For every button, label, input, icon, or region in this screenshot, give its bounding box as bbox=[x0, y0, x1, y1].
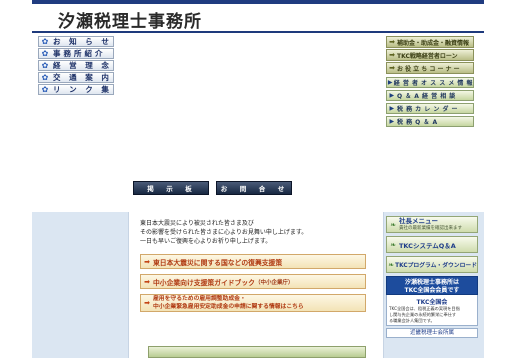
tkc-member-banner[interactable]: 汐瀬税理士事務所は TKC全国会会員です bbox=[386, 276, 478, 295]
triangle-right-icon: ▶ bbox=[389, 92, 395, 99]
flower-icon: ✿ bbox=[41, 73, 49, 82]
arrow-right-icon: ➡ bbox=[144, 257, 150, 266]
nav-item-label: 交 通 案 内 bbox=[53, 73, 112, 82]
message-line: その影響を受けられた皆さまに心よりお見舞い申し上げます。 bbox=[140, 229, 308, 236]
triangle-right-icon: ▶ bbox=[389, 105, 395, 112]
tkc-column: ❧ 社長メニュー 貴社の最新業績を確認出来ます ❧ TKCシステムQ＆A ❧ T… bbox=[386, 216, 478, 338]
page-margin-left bbox=[0, 0, 32, 358]
nav-item-label: お 知 ら せ bbox=[53, 37, 112, 46]
nav-item-office[interactable]: ✿ 事務所紹介 bbox=[38, 48, 114, 59]
button-label: TKCプログラム・ダウンロード bbox=[395, 263, 477, 269]
nav-item-label: Q ＆ A 経 営 相 談 bbox=[397, 93, 456, 100]
right-nav: ➡ 補助金・助成金・融資情報 ➡ TKC戦略経営者ローン ➡ お 役 立 ち コ… bbox=[386, 36, 474, 129]
nav-item-tax-qa[interactable]: ▶ 税 務 Q ＆ A bbox=[386, 116, 474, 127]
arrow-right-icon: ➡ bbox=[144, 299, 150, 307]
bottom-banner[interactable] bbox=[148, 346, 366, 358]
nav-item-news[interactable]: ✿ お 知 ら せ bbox=[38, 36, 114, 47]
nav-item-label: リ ン ク 集 bbox=[53, 85, 112, 94]
nav-item-tax-calendar[interactable]: ▶ 税 務 カ レ ン ダ ー bbox=[386, 103, 474, 114]
nav-item-subsidy[interactable]: ➡ 補助金・助成金・融資情報 bbox=[386, 36, 474, 48]
leaf-icon: ❧ bbox=[388, 260, 395, 269]
nav-item-philosophy[interactable]: ✿ 経 営 理 念 bbox=[38, 60, 114, 71]
banner-text: 雇用を守るための雇用調整助成金・ 中小企業緊急雇用安定助成金の申請に関する情報は… bbox=[153, 295, 304, 311]
tkc-line: 汐瀬税理士事務所は bbox=[404, 279, 459, 286]
triangle-right-icon: ▶ bbox=[389, 118, 395, 125]
nav-item-access[interactable]: ✿ 交 通 案 内 bbox=[38, 72, 114, 83]
flower-icon: ✿ bbox=[41, 49, 49, 58]
arrow-right-icon: ➡ bbox=[389, 64, 395, 72]
button-text: 社長メニュー 貴社の最新業績を確認出来ます bbox=[399, 216, 462, 232]
flower-icon: ✿ bbox=[41, 61, 49, 70]
triangle-right-icon: ▶ bbox=[387, 79, 393, 86]
message-line: 一日も早いご復興を心よりお祈り申し上げます。 bbox=[140, 238, 272, 245]
banner-line: 中小企業緊急雇用安定助成金の申請に関する情報はこちら bbox=[153, 304, 304, 310]
tkc-note: る職業会計人集団です。 bbox=[389, 318, 435, 323]
leaf-icon: ❧ bbox=[390, 220, 396, 229]
sme-guidebook-link[interactable]: ➡ 中小企業向け支援策ガイドブック （中小企業庁） bbox=[140, 274, 366, 289]
flower-icon: ✿ bbox=[41, 37, 49, 46]
nav-item-tkc-loan[interactable]: ➡ TKC戦略経営者ローン bbox=[386, 49, 474, 61]
nav-item-label: 事務所紹介 bbox=[53, 49, 106, 58]
nav-item-label: お 役 立 ち コ ー ナ ー bbox=[397, 65, 460, 73]
tax-association-link[interactable]: 近畿税理士会所属 bbox=[386, 328, 478, 338]
banner-label: 中小企業向け支援策ガイドブック bbox=[153, 278, 255, 287]
nav-item-links[interactable]: ✿ リ ン ク 集 bbox=[38, 84, 114, 95]
tkc-system-qa-button[interactable]: ❧ TKCシステムQ＆A bbox=[386, 236, 478, 253]
button-label: TKCシステムQ＆A bbox=[399, 241, 456, 250]
header-stripe bbox=[32, 0, 484, 4]
nav-item-qa-consult[interactable]: ▶ Q ＆ A 経 営 相 談 bbox=[386, 90, 474, 101]
site-title[interactable]: 汐瀬税理士事務所 bbox=[58, 7, 202, 32]
reconstruction-support-link[interactable]: ➡ 東日本大震災に関する国などの復興支援策 bbox=[140, 254, 366, 269]
arrow-right-icon: ➡ bbox=[389, 51, 395, 59]
nav-item-label: TKC戦略経営者ローン bbox=[397, 52, 458, 60]
condolence-message: 東日本大震災により被災された皆さま及び その影響を受けられた皆さまに心よりお見舞… bbox=[140, 219, 374, 353]
nav-item-useful-corner[interactable]: ➡ お 役 立 ち コ ー ナ ー bbox=[386, 62, 474, 74]
president-menu-button[interactable]: ❧ 社長メニュー 貴社の最新業績を確認出来ます bbox=[386, 216, 478, 233]
nav-item-label: 補助金・助成金・融資情報 bbox=[397, 39, 470, 47]
leaf-icon: ❧ bbox=[390, 240, 396, 249]
tkc-description: TKC全国会 TKC全国会は、租税正義の実現を目指 し関与先企業の永続的繁栄に奉… bbox=[386, 295, 478, 326]
banner-line: 雇用を守るための雇用調整助成金・ bbox=[153, 296, 246, 302]
nav-item-label: 経 営 理 念 bbox=[53, 61, 112, 70]
arrow-right-icon: ➡ bbox=[389, 38, 395, 46]
page: 汐瀬税理士事務所 ✿ お 知 ら せ ✿ 事務所紹介 ✿ 経 営 理 念 ✿ 交… bbox=[0, 0, 512, 358]
message-line: 東日本大震災により被災された皆さま及び bbox=[140, 220, 254, 227]
button-label: 社長メニュー bbox=[399, 216, 438, 225]
button-sub: 貴社の最新業績を確認出来ます bbox=[399, 225, 462, 231]
nav-item-label: 税 務 カ レ ン ダ ー bbox=[397, 106, 459, 113]
nav-item-recommended[interactable]: ▶ 経 営 者 オ ス ス メ 情 報 bbox=[386, 77, 474, 88]
left-nav: ✿ お 知 ら せ ✿ 事務所紹介 ✿ 経 営 理 念 ✿ 交 通 案 内 ✿ … bbox=[38, 36, 114, 96]
tkc-line: TKC全国会会員です bbox=[404, 287, 460, 294]
employment-subsidy-link[interactable]: ➡ 雇用を守るための雇用調整助成金・ 中小企業緊急雇用安定助成金の申請に関する情… bbox=[140, 294, 366, 312]
page-margin-right bbox=[484, 0, 512, 358]
contact-button[interactable]: お 問 合 せ bbox=[216, 181, 292, 195]
arrow-right-icon: ➡ bbox=[144, 277, 150, 286]
tkc-logo: TKC全国会 bbox=[416, 299, 448, 306]
nav-item-label: 経 営 者 オ ス ス メ 情 報 bbox=[393, 80, 473, 87]
bulletin-board-button[interactable]: 掲 示 板 bbox=[133, 181, 209, 195]
nav-item-label: 税 務 Q ＆ A bbox=[397, 119, 438, 126]
banner-note: （中小企業庁） bbox=[254, 279, 294, 286]
tkc-download-button[interactable]: ❧ TKCプログラム・ダウンロード bbox=[386, 256, 478, 273]
flower-icon: ✿ bbox=[41, 85, 49, 94]
banner-label: 東日本大震災に関する国などの復興支援策 bbox=[153, 258, 283, 267]
